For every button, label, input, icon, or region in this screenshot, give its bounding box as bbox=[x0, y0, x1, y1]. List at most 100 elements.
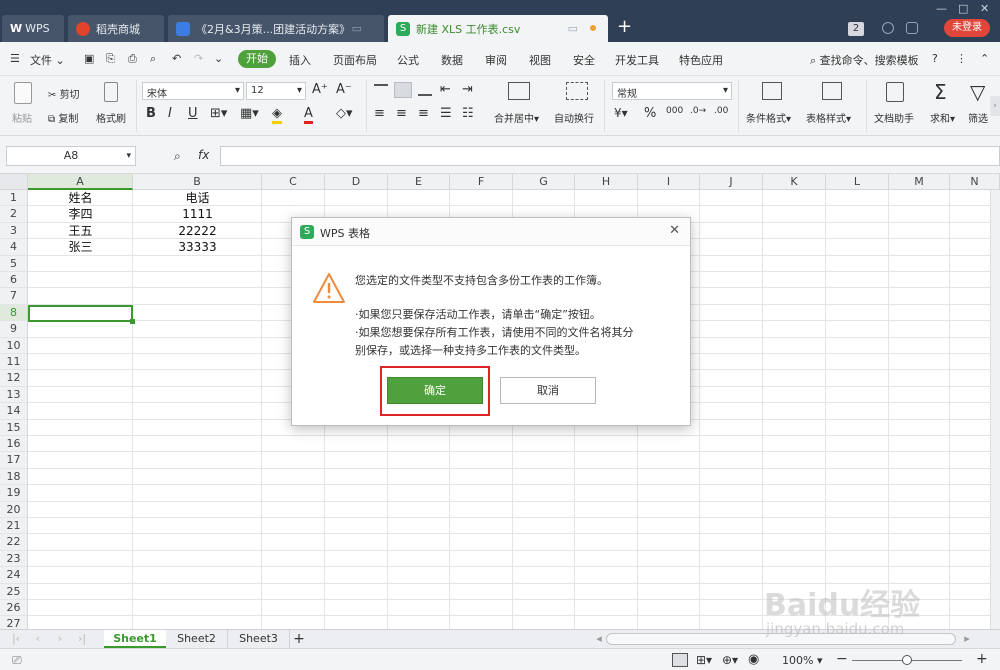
row-header-8[interactable]: 8 bbox=[0, 304, 28, 322]
select-all-corner[interactable] bbox=[0, 174, 28, 190]
row-header-24[interactable]: 24 bbox=[0, 567, 28, 584]
menu-developer[interactable]: 开发工具 bbox=[615, 52, 659, 68]
cell-b2[interactable]: 1111 bbox=[133, 206, 262, 222]
italic-icon[interactable]: I bbox=[168, 106, 172, 121]
vertical-scrollbar[interactable] bbox=[990, 190, 1000, 629]
row-header-23[interactable]: 23 bbox=[0, 550, 28, 568]
column-header-c[interactable]: C bbox=[262, 174, 325, 190]
ok-button[interactable]: 确定 bbox=[387, 377, 483, 404]
menu-file[interactable]: 文件 ⌄ bbox=[30, 52, 65, 68]
row-header-7[interactable]: 7 bbox=[0, 288, 28, 305]
align-middle-icon[interactable] bbox=[394, 82, 412, 98]
cut-button[interactable]: ✂ 剪切 bbox=[48, 86, 80, 101]
search-command[interactable]: ⌕ 查找命令、搜索模板 bbox=[810, 52, 919, 68]
distribute-icon[interactable]: ☷ bbox=[462, 106, 474, 121]
row-header-21[interactable]: 21 bbox=[0, 518, 28, 535]
selected-cell-a8[interactable] bbox=[28, 305, 133, 322]
paste-button[interactable]: 粘贴 bbox=[12, 110, 32, 125]
increase-font-icon[interactable]: A⁺ bbox=[312, 82, 328, 97]
pin-icon[interactable]: ▭ bbox=[352, 22, 362, 35]
sum-button[interactable]: 求和▾ bbox=[930, 110, 955, 125]
border-icon[interactable]: ⊞▾ bbox=[210, 106, 227, 121]
menu-data[interactable]: 数据 bbox=[441, 52, 463, 68]
print-icon[interactable]: ⎙ bbox=[128, 52, 137, 66]
dialog-close-icon[interactable]: ✕ bbox=[669, 223, 680, 238]
tab-xls-active[interactable]: S 新建 XLS 工作表.csv ▭ bbox=[388, 15, 608, 42]
cell-b1[interactable]: 电话 bbox=[133, 190, 262, 206]
quick-access-dropdown-icon[interactable]: ⌄ bbox=[214, 52, 223, 65]
column-header-m[interactable]: M bbox=[889, 174, 950, 190]
column-header-d[interactable]: D bbox=[325, 174, 388, 190]
row-header-16[interactable]: 16 bbox=[0, 436, 28, 453]
row-header-15[interactable]: 15 bbox=[0, 419, 28, 436]
font-size-select[interactable]: 12 ▾ bbox=[246, 82, 306, 100]
redo-icon[interactable]: ↷ bbox=[194, 52, 203, 65]
close-window-icon[interactable]: ✕ bbox=[980, 2, 989, 15]
underline-icon[interactable]: U bbox=[188, 106, 198, 121]
reading-layout-icon[interactable]: ⊕▾ bbox=[722, 653, 738, 667]
bold-icon[interactable]: B bbox=[146, 106, 156, 121]
maximize-icon[interactable]: □ bbox=[958, 2, 968, 15]
column-header-b[interactable]: B bbox=[133, 174, 262, 190]
sheet-tab-sheet2[interactable]: Sheet2 bbox=[166, 630, 228, 648]
merge-cells-icon[interactable]: ▦▾ bbox=[240, 106, 259, 121]
cell-a4[interactable]: 张三 bbox=[28, 239, 133, 255]
row-header-19[interactable]: 19 bbox=[0, 485, 28, 502]
cell-a1[interactable]: 姓名 bbox=[28, 190, 133, 206]
indent-decrease-icon[interactable]: ⇤ bbox=[440, 82, 451, 97]
column-header-l[interactable]: L bbox=[826, 174, 889, 190]
fx-icon[interactable]: fx bbox=[198, 148, 209, 162]
add-sheet-icon[interactable]: + bbox=[290, 630, 308, 648]
skin-icon[interactable] bbox=[882, 22, 894, 34]
help-icon[interactable]: ? bbox=[932, 52, 938, 65]
menu-review[interactable]: 审阅 bbox=[485, 52, 507, 68]
row-header-22[interactable]: 22 bbox=[0, 534, 28, 551]
column-header-k[interactable]: K bbox=[763, 174, 826, 190]
macro-record-icon[interactable]: ⎚ bbox=[12, 653, 22, 668]
row-header-11[interactable]: 11 bbox=[0, 354, 28, 371]
sheet-tab-sheet1[interactable]: Sheet1 bbox=[104, 630, 166, 648]
fill-color-icon[interactable]: ◈ bbox=[272, 106, 282, 124]
menu-insert[interactable]: 插入 bbox=[289, 52, 311, 68]
zoom-out-icon[interactable]: − bbox=[836, 651, 848, 667]
row-header-17[interactable]: 17 bbox=[0, 452, 28, 469]
sheet-tab-sheet3[interactable]: Sheet3 bbox=[228, 630, 290, 648]
copy-button[interactable]: ⧉ 复制 bbox=[48, 110, 78, 125]
tab-docer-mall[interactable]: 稻壳商城 bbox=[68, 15, 164, 42]
decrease-decimal-icon[interactable]: .00 bbox=[714, 106, 728, 116]
undo-icon[interactable]: ↶ bbox=[172, 52, 181, 65]
next-sheet-icon[interactable]: › bbox=[52, 630, 68, 648]
filter-button[interactable]: 筛选 bbox=[968, 110, 988, 125]
row-header-10[interactable]: 10 bbox=[0, 337, 28, 354]
currency-icon[interactable]: ¥▾ bbox=[614, 106, 628, 120]
wrap-text-button[interactable]: 自动换行 bbox=[554, 110, 594, 125]
prev-sheet-icon[interactable]: ‹ bbox=[30, 630, 46, 648]
normal-view-icon[interactable] bbox=[672, 653, 688, 667]
page-break-view-icon[interactable]: ⊞▾ bbox=[696, 653, 712, 667]
font-color-icon[interactable]: A bbox=[304, 106, 313, 124]
formula-input[interactable] bbox=[220, 146, 1000, 166]
align-bottom-icon[interactable] bbox=[418, 84, 432, 96]
column-header-i[interactable]: I bbox=[638, 174, 700, 190]
zoom-formula-icon[interactable]: ⌕ bbox=[174, 149, 181, 164]
column-header-e[interactable]: E bbox=[388, 174, 450, 190]
save-icon[interactable]: ▣ bbox=[84, 52, 94, 65]
doc-helper-button[interactable]: 文档助手 bbox=[874, 110, 914, 125]
table-style-button[interactable]: 表格样式▾ bbox=[806, 110, 851, 125]
menu-formula[interactable]: 公式 bbox=[397, 52, 419, 68]
align-right-icon[interactable]: ≡ bbox=[418, 106, 429, 121]
menu-security[interactable]: 安全 bbox=[573, 52, 595, 68]
more-icon[interactable]: ⋮ bbox=[956, 52, 967, 65]
print-preview-icon[interactable]: ⌕ bbox=[150, 52, 156, 66]
row-header-2[interactable]: 2 bbox=[0, 206, 28, 223]
row-header-27[interactable]: 27 bbox=[0, 616, 28, 629]
menu-start[interactable]: 开始 bbox=[238, 50, 276, 68]
first-sheet-icon[interactable]: |‹ bbox=[8, 630, 24, 648]
row-header-3[interactable]: 3 bbox=[0, 222, 28, 240]
zoom-level[interactable]: 100% ▾ bbox=[782, 654, 822, 667]
menu-page-layout[interactable]: 页面布局 bbox=[333, 52, 377, 68]
tab-wps-home[interactable]: W WPS bbox=[2, 15, 64, 42]
column-header-a[interactable]: A bbox=[28, 174, 133, 190]
new-tab-plus-icon[interactable]: + bbox=[617, 18, 632, 36]
row-header-6[interactable]: 6 bbox=[0, 272, 28, 289]
